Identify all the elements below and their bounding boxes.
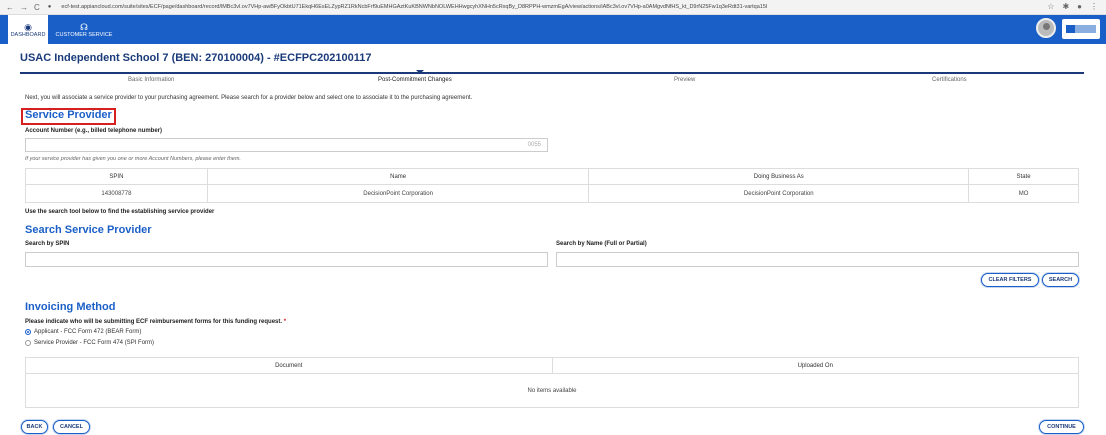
document-table-header: Document Uploaded On: [25, 357, 1079, 374]
col-name: Name: [206, 168, 590, 185]
radio-applicant-dot[interactable]: [25, 329, 31, 335]
step-basic-information: Basic Information: [128, 77, 175, 83]
profile-icon[interactable]: ●: [1077, 2, 1082, 11]
intro-text: Next, you will associate a service provi…: [25, 95, 473, 101]
forward-arrow-icon[interactable]: →: [20, 3, 28, 12]
headset-icon: ☊: [80, 21, 88, 32]
col-doing-business-as: Doing Business As: [588, 168, 970, 185]
step-certifications: Certifications: [932, 77, 967, 83]
tab-dashboard[interactable]: ◉ DASHBOARD: [8, 15, 48, 44]
back-button[interactable]: BACK: [21, 420, 48, 434]
lock-icon: ●: [47, 4, 52, 10]
table-row: No items available: [25, 373, 1079, 408]
search-name-input[interactable]: [556, 252, 1079, 267]
col-document: Document: [25, 357, 553, 374]
browser-toolbar: ← → C ● ecf-test.appiancloud.com/suite/s…: [0, 0, 1106, 15]
browser-actions: ☆ ✱ ● ⋮: [1047, 2, 1098, 11]
usac-logo: [1062, 19, 1100, 39]
account-number-field[interactable]: 0055: [25, 138, 548, 152]
invoicing-question: Please indicate who will be submitting E…: [25, 319, 286, 325]
wizard-progress-line: [20, 72, 1084, 74]
step-post-commitment-changes: Post-Commitment Changes: [378, 77, 452, 83]
extension-icon[interactable]: ✱: [1062, 2, 1069, 11]
dashboard-icon: ◉: [24, 21, 32, 32]
invoicing-question-text: Please indicate who will be submitting E…: [25, 319, 283, 325]
browser-nav: ← → C: [0, 3, 40, 12]
step-preview: Preview: [674, 77, 696, 83]
clear-filters-button[interactable]: CLEAR FILTERS: [981, 273, 1039, 287]
account-number-value: 0055: [527, 142, 541, 148]
required-mark: *: [283, 319, 287, 325]
col-spin: SPIN: [25, 168, 208, 185]
address-bar[interactable]: ecf-test.appiancloud.com/suite/sites/ECF…: [61, 4, 961, 10]
cell-name: DecisionPoint Corporation: [206, 184, 590, 203]
cell-spin: 143008778: [25, 184, 208, 203]
radio-service-provider-label: Service Provider - FCC Form 474 (SPI For…: [34, 340, 155, 346]
provider-table: SPIN Name Doing Business As State 143008…: [25, 168, 1079, 203]
invoicing-method-heading: Invoicing Method: [25, 301, 116, 313]
search-spin-input[interactable]: [25, 252, 548, 267]
tab-customer-service[interactable]: ☊ CUSTOMER SERVICE: [52, 15, 116, 44]
service-provider-heading: Service Provider: [25, 109, 112, 121]
table-row[interactable]: 143008778 DecisionPoint Corporation Deci…: [25, 184, 1079, 203]
search-name-label: Search by Name (Full or Partial): [556, 241, 647, 247]
search-provider-heading: Search Service Provider: [25, 224, 152, 236]
reload-icon[interactable]: C: [34, 3, 40, 12]
search-button[interactable]: SEARCH: [1042, 273, 1079, 287]
radio-applicant[interactable]: Applicant - FCC Form 472 (BEAR Form): [25, 329, 141, 335]
radio-service-provider-dot[interactable]: [25, 340, 31, 346]
back-arrow-icon[interactable]: ←: [6, 3, 14, 12]
star-icon[interactable]: ☆: [1047, 2, 1054, 11]
tab-dashboard-label: DASHBOARD: [10, 31, 46, 38]
col-state: State: [968, 168, 1079, 185]
account-number-label: Account Number (e.g., billed telephone n…: [25, 128, 163, 134]
radio-applicant-label: Applicant - FCC Form 472 (BEAR Form): [34, 329, 142, 335]
cell-dba: DecisionPoint Corporation: [588, 184, 970, 203]
wizard-current-marker: [416, 70, 424, 74]
provider-table-header: SPIN Name Doing Business As State: [25, 168, 1079, 185]
document-table: Document Uploaded On No items available: [25, 357, 1079, 408]
account-number-hint: If your service provider has given you o…: [25, 156, 241, 162]
search-spin-label: Search by SPIN: [25, 241, 70, 247]
page-title: USAC Independent School 7 (BEN: 27010000…: [20, 52, 372, 64]
menu-icon[interactable]: ⋮: [1090, 2, 1098, 11]
continue-button[interactable]: CONTINUE: [1039, 420, 1084, 434]
cancel-button[interactable]: CANCEL: [53, 420, 90, 434]
tab-customer-service-label: CUSTOMER SERVICE: [55, 31, 113, 38]
col-uploaded-on: Uploaded On: [551, 357, 1079, 374]
app-header: ◉ DASHBOARD ☊ CUSTOMER SERVICE: [0, 15, 1106, 44]
user-avatar[interactable]: [1036, 18, 1056, 38]
search-note: Use the search tool below to find the es…: [25, 209, 215, 215]
empty-state: No items available: [25, 373, 1079, 408]
radio-service-provider[interactable]: Service Provider - FCC Form 474 (SPI For…: [25, 340, 154, 346]
cell-state: MO: [968, 184, 1079, 203]
